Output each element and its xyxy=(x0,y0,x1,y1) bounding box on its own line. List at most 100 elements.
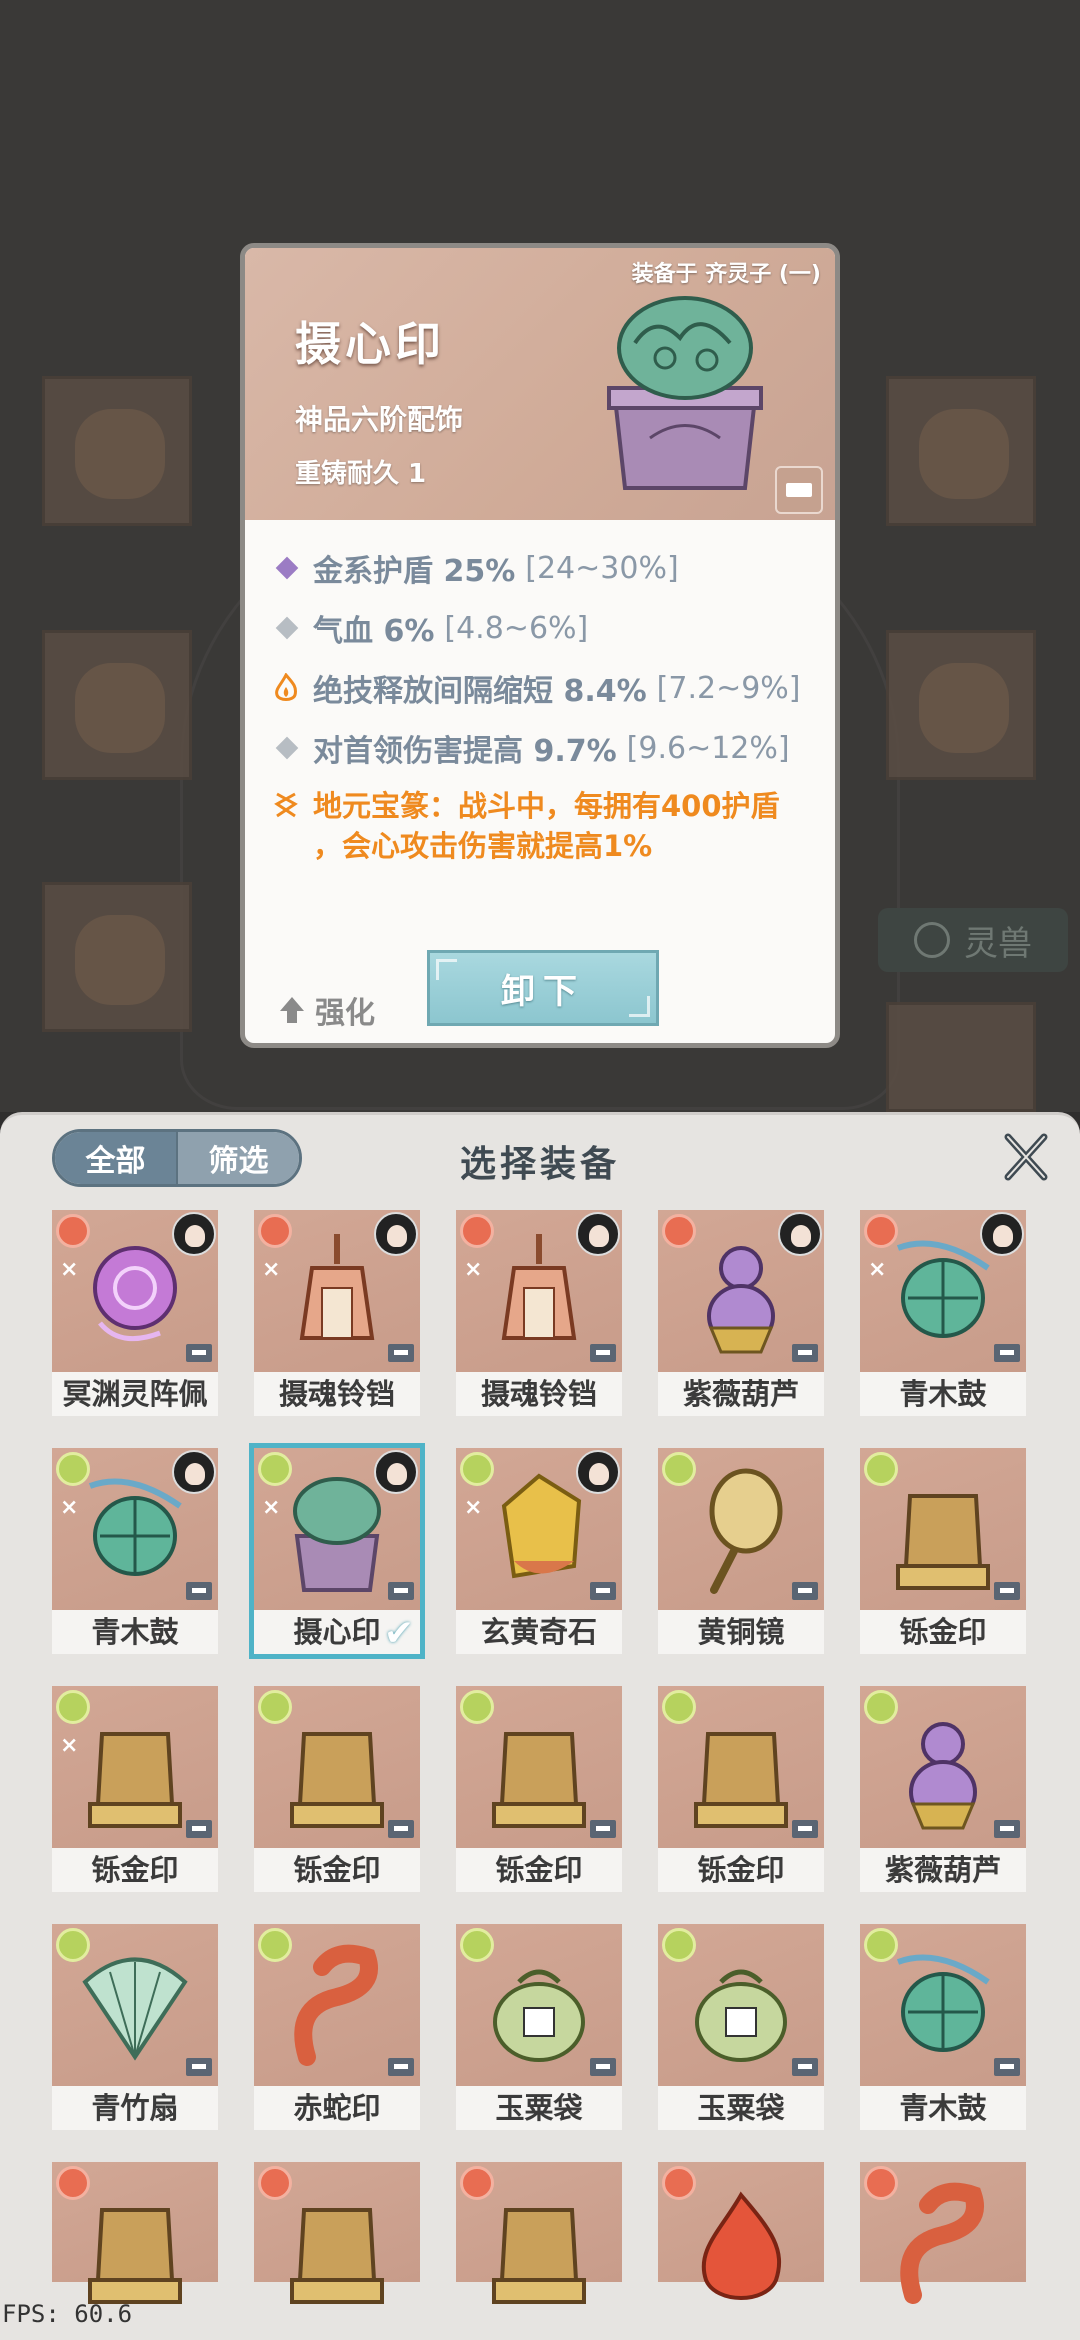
equipment-item[interactable]: 玉粟袋 xyxy=(456,1924,622,2130)
item-label: 青竹扇 xyxy=(52,2086,218,2130)
item-art xyxy=(52,2162,218,2304)
equipment-item[interactable] xyxy=(52,2162,218,2304)
gourd-icon xyxy=(707,1246,775,1354)
equipment-item[interactable]: 铄金印 xyxy=(860,1448,1026,1654)
item-art xyxy=(456,2162,622,2304)
element-badge-icon xyxy=(864,1214,898,1248)
fps-counter: FPS: 60.6 xyxy=(2,2300,133,2328)
upgrade-button[interactable]: 强化 xyxy=(279,988,375,1032)
element-badge-icon xyxy=(56,1452,90,1486)
item-art xyxy=(456,1924,622,2086)
item-grade: 神品六阶配饰 xyxy=(295,403,464,436)
beast-icon xyxy=(914,922,950,958)
element-badge-icon xyxy=(460,1452,494,1486)
seal-gold-icon xyxy=(492,1732,586,1828)
equipment-item[interactable]: 铄金印 xyxy=(658,1686,824,1892)
equipment-item[interactable] xyxy=(456,2162,622,2304)
item-label: 玄黄奇石 xyxy=(456,1610,622,1654)
item-art xyxy=(658,1210,824,1372)
item-art xyxy=(658,1448,824,1610)
spirit-beast-tab: 灵兽 xyxy=(878,908,1068,972)
equipment-item[interactable]: ⨯ 摄魂铃铛 xyxy=(456,1210,622,1416)
set-mark-icon: ⨯ xyxy=(262,1257,281,1282)
equipment-item[interactable]: 玉粟袋 xyxy=(658,1924,824,2130)
element-badge-icon xyxy=(258,1452,292,1486)
item-durability: 重铸耐久 1 xyxy=(295,459,427,489)
snake-icon xyxy=(900,2182,984,2304)
equipment-item[interactable]: 紫薇葫芦 xyxy=(658,1210,824,1416)
item-art: ⨯ xyxy=(52,1210,218,1372)
element-badge-icon xyxy=(662,1214,696,1248)
lock-icon xyxy=(186,1582,212,1600)
set-mark-icon: ⨯ xyxy=(464,1257,483,1282)
flame-icon xyxy=(275,673,297,701)
item-label: 紫薇葫芦 xyxy=(658,1372,824,1416)
detail-header: 装备于 齐灵子 (一) 摄心印 神品六阶配饰 重铸耐久 1 xyxy=(245,248,835,520)
stat-row: 气血 6% [4.8~6%] xyxy=(273,598,833,658)
equipment-item[interactable]: 铄金印 xyxy=(254,1686,420,1892)
item-label: 玉粟袋 xyxy=(658,2086,824,2130)
equipment-select-panel: 全部 筛选 选择装备 ⨯ 冥渊灵阵佩 ⨯ 摄魂铃铛 ⨯ 摄魂铃铛 紫薇葫芦 ⨯ 青木鼓 ⨯ 青木鼓 ⨯… xyxy=(0,1112,1080,2340)
equipment-item[interactable]: 青竹扇 xyxy=(52,1924,218,2130)
bg-equip-slot xyxy=(886,630,1036,780)
equipment-item[interactable]: ⨯ 摄心印 ✔ xyxy=(249,1443,425,1659)
equipment-item[interactable]: 赤蛇印 xyxy=(254,1924,420,2130)
lock-icon xyxy=(388,2058,414,2076)
equipment-item[interactable]: ⨯ 摄魂铃铛 xyxy=(254,1210,420,1416)
equipment-item[interactable]: 铄金印 xyxy=(456,1686,622,1892)
gourd-icon xyxy=(909,1722,977,1830)
gray-diamond-icon xyxy=(275,616,299,640)
lock-icon xyxy=(792,2058,818,2076)
mirror-icon xyxy=(709,1468,783,1594)
close-icon[interactable] xyxy=(1000,1131,1052,1183)
owner-avatar xyxy=(374,1212,418,1256)
lock-icon xyxy=(590,1582,616,1600)
stat-row: 金系护盾 25% [24~30%] xyxy=(273,538,833,598)
lock-icon xyxy=(186,2058,212,2076)
lock-icon xyxy=(786,483,812,497)
unequip-button[interactable]: 卸下 xyxy=(427,950,659,1026)
equipment-item[interactable]: 黄铜镜 xyxy=(658,1448,824,1654)
equipment-item[interactable]: ⨯ 青木鼓 xyxy=(860,1210,1026,1416)
equipment-item[interactable] xyxy=(254,2162,420,2304)
lock-icon xyxy=(590,1344,616,1362)
owner-avatar xyxy=(172,1212,216,1256)
element-badge-icon xyxy=(460,1690,494,1724)
equipment-item[interactable]: ⨯ 铄金印 xyxy=(52,1686,218,1892)
element-badge-icon xyxy=(258,1928,292,1962)
lock-button[interactable] xyxy=(775,466,823,514)
equipment-item[interactable]: ⨯ 玄黄奇石 xyxy=(456,1448,622,1654)
equipment-item[interactable]: 青木鼓 xyxy=(860,1924,1026,2130)
bell-icon xyxy=(299,1234,375,1340)
item-art: ⨯ xyxy=(456,1448,622,1610)
owner-avatar xyxy=(980,1212,1024,1256)
element-badge-icon xyxy=(662,1452,696,1486)
equipment-item[interactable]: ⨯ 冥渊灵阵佩 xyxy=(52,1210,218,1416)
element-badge-icon xyxy=(258,2166,292,2200)
purple-diamond-icon xyxy=(275,556,299,580)
bg-equip-slot xyxy=(42,882,192,1032)
seal-gold-icon xyxy=(896,1494,990,1590)
equipment-item[interactable]: 紫薇葫芦 xyxy=(860,1686,1026,1892)
snake-icon xyxy=(294,1944,378,2066)
lock-icon xyxy=(590,1820,616,1838)
lock-icon xyxy=(388,1820,414,1838)
item-art: ⨯ xyxy=(52,1686,218,1848)
item-label: 铄金印 xyxy=(456,1848,622,1892)
equipment-item[interactable] xyxy=(658,2162,824,2300)
purple-orb-icon xyxy=(93,1246,177,1342)
panel-title: 选择装备 xyxy=(459,1144,620,1185)
element-badge-icon xyxy=(662,1928,696,1962)
special-effect-icon xyxy=(274,792,298,818)
item-label: 紫薇葫芦 xyxy=(860,1848,1026,1892)
equipment-item[interactable]: ⨯ 青木鼓 xyxy=(52,1448,218,1654)
element-badge-icon xyxy=(662,1690,696,1724)
item-art: ⨯ xyxy=(456,1210,622,1372)
seal-gold-icon xyxy=(88,1732,182,1828)
checkmark-icon: ✔ xyxy=(383,1613,414,1654)
stat-row: 绝技释放间隔缩短 8.4% [7.2~9%] xyxy=(273,658,833,718)
seal-gold-icon xyxy=(694,1732,788,1828)
item-art xyxy=(860,2162,1026,2304)
equipment-item[interactable] xyxy=(860,2162,1026,2304)
element-badge-icon xyxy=(864,2166,898,2200)
